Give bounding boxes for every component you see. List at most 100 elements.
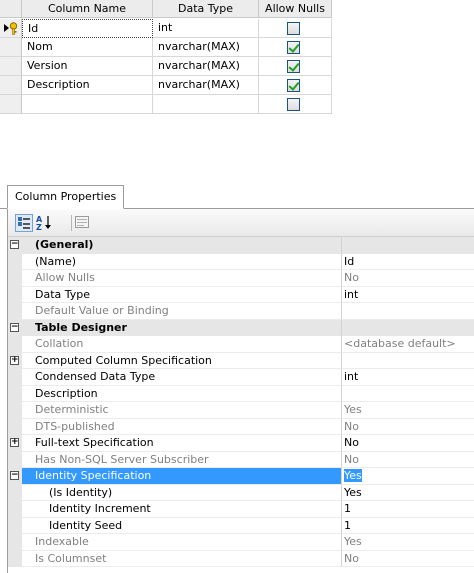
row-selector[interactable] xyxy=(0,57,22,76)
property-collation[interactable]: Collation <database default> xyxy=(8,336,474,353)
property-label: Identity Seed xyxy=(22,517,342,534)
property-name[interactable]: (Name) Id xyxy=(8,253,474,270)
property-deterministic[interactable]: Deterministic Yes xyxy=(8,402,474,419)
allow-nulls-checkbox[interactable] xyxy=(287,41,300,54)
data-type-header[interactable]: Data Type xyxy=(153,0,259,18)
property-value: No xyxy=(342,419,474,435)
row-gutter xyxy=(8,534,22,551)
property-grid: A Z − (General) (Name) Id Allow Nulls No xyxy=(7,209,474,573)
property-default-value[interactable]: Default Value or Binding xyxy=(8,303,474,320)
grid-header: Column Name Data Type Allow Nulls xyxy=(0,0,332,18)
property-value[interactable]: Yes xyxy=(344,469,362,482)
tab-column-properties[interactable]: Column Properties xyxy=(7,185,125,209)
column-name-header[interactable]: Column Name xyxy=(22,0,153,18)
property-identity-seed[interactable]: Identity Seed 1 xyxy=(8,517,474,534)
row-gutter xyxy=(8,286,22,303)
row-gutter xyxy=(8,270,22,287)
data-type-cell[interactable]: nvarchar(MAX) xyxy=(153,57,259,76)
data-type-cell[interactable]: nvarchar(MAX) xyxy=(153,38,259,57)
property-pages-icon[interactable] xyxy=(74,214,92,232)
property-label: Data Type xyxy=(22,286,342,303)
column-name-cell[interactable]: Nom xyxy=(22,38,153,57)
row-gutter xyxy=(8,385,22,402)
property-value[interactable]: int xyxy=(342,369,474,386)
row-gutter xyxy=(8,402,22,419)
column-name-cell[interactable] xyxy=(22,95,153,114)
row-selector[interactable] xyxy=(0,95,22,114)
row-gutter: − xyxy=(8,319,22,336)
property-value-cell[interactable]: Yes xyxy=(342,468,474,485)
allow-nulls-checkbox[interactable] xyxy=(287,79,300,92)
property-value[interactable]: int xyxy=(342,287,474,303)
property-identity-spec[interactable]: − Identity Specification Yes xyxy=(8,468,474,485)
data-type-cell[interactable] xyxy=(153,95,259,114)
category-general[interactable]: − (General) xyxy=(8,237,474,254)
data-type-cell[interactable]: int xyxy=(153,19,259,38)
property-value: No xyxy=(342,452,474,468)
properties-tab-strip: Column Properties xyxy=(0,177,474,209)
property-value[interactable]: 1 xyxy=(342,518,474,534)
property-value[interactable]: Yes xyxy=(342,485,474,501)
property-computed-column-spec[interactable]: + Computed Column Specification xyxy=(8,352,474,369)
allow-nulls-checkbox[interactable] xyxy=(287,22,300,35)
property-is-identity[interactable]: (Is Identity) Yes xyxy=(8,484,474,501)
table-row[interactable]: Id int xyxy=(0,19,332,38)
table-row[interactable]: Description nvarchar(MAX) xyxy=(0,76,332,95)
row-selector[interactable] xyxy=(0,38,22,57)
property-value: Yes xyxy=(342,534,474,551)
row-gutter: + xyxy=(8,352,22,369)
property-label: Description xyxy=(22,385,342,402)
expand-icon[interactable]: + xyxy=(10,438,19,447)
property-label: (Is Identity) xyxy=(22,484,342,501)
property-allow-nulls[interactable]: Allow Nulls No xyxy=(8,270,474,287)
property-value[interactable] xyxy=(342,353,474,369)
row-gutter xyxy=(8,451,22,468)
column-name-cell[interactable]: Id xyxy=(22,19,153,38)
property-label: DTS-published xyxy=(22,418,342,435)
collapse-icon[interactable]: − xyxy=(10,471,19,480)
column-name-cell[interactable]: Description xyxy=(22,76,153,95)
categorized-icon[interactable] xyxy=(15,214,33,232)
property-condensed-data-type[interactable]: Condensed Data Type int xyxy=(8,369,474,386)
property-description[interactable]: Description xyxy=(8,385,474,402)
toolbar-separator xyxy=(71,215,72,231)
property-identity-increment[interactable]: Identity Increment 1 xyxy=(8,501,474,518)
allow-nulls-checkbox[interactable] xyxy=(287,98,300,111)
property-value[interactable]: Id xyxy=(342,254,474,270)
property-is-columnset[interactable]: Is Columnset No xyxy=(8,550,474,567)
property-indexable[interactable]: Indexable Yes xyxy=(8,534,474,551)
allow-nulls-header[interactable]: Allow Nulls xyxy=(259,0,332,18)
alphabetical-sort-icon[interactable]: A Z xyxy=(36,214,54,232)
property-value[interactable] xyxy=(342,386,474,402)
row-gutter: − xyxy=(8,237,22,254)
allow-nulls-checkbox[interactable] xyxy=(287,60,300,73)
row-selector[interactable] xyxy=(0,76,22,95)
row-gutter xyxy=(8,253,22,270)
row-gutter xyxy=(8,418,22,435)
expand-icon[interactable]: + xyxy=(10,355,19,365)
category-table-designer[interactable]: − Table Designer xyxy=(8,319,474,336)
table-row[interactable]: Version nvarchar(MAX) xyxy=(0,57,332,76)
column-name-cell[interactable]: Version xyxy=(22,57,153,76)
property-data-type[interactable]: Data Type int xyxy=(8,286,474,303)
collapse-icon[interactable]: − xyxy=(10,240,19,249)
collapse-icon[interactable]: − xyxy=(10,322,19,332)
row-gutter xyxy=(8,336,22,353)
category-name: Table Designer xyxy=(22,319,342,336)
property-label: Identity Specification xyxy=(22,468,342,485)
property-label: (Name) xyxy=(22,253,342,270)
property-value[interactable]: No xyxy=(342,435,474,452)
svg-text:Z: Z xyxy=(36,223,42,230)
property-non-sql-subscriber[interactable]: Has Non-SQL Server Subscriber No xyxy=(8,451,474,468)
property-dts-published[interactable]: DTS-published No xyxy=(8,418,474,435)
property-value[interactable]: 1 xyxy=(342,501,474,518)
table-row-new[interactable] xyxy=(0,95,332,114)
row-selector[interactable] xyxy=(0,19,22,38)
property-label: Deterministic xyxy=(22,402,342,419)
property-grid-toolbar: A Z xyxy=(8,209,474,237)
data-type-cell[interactable]: nvarchar(MAX) xyxy=(153,76,259,95)
property-full-text-spec[interactable]: + Full-text Specification No xyxy=(8,435,474,452)
row-gutter xyxy=(8,501,22,518)
table-row[interactable]: Nom nvarchar(MAX) xyxy=(0,38,332,57)
category-name: (General) xyxy=(22,237,342,254)
